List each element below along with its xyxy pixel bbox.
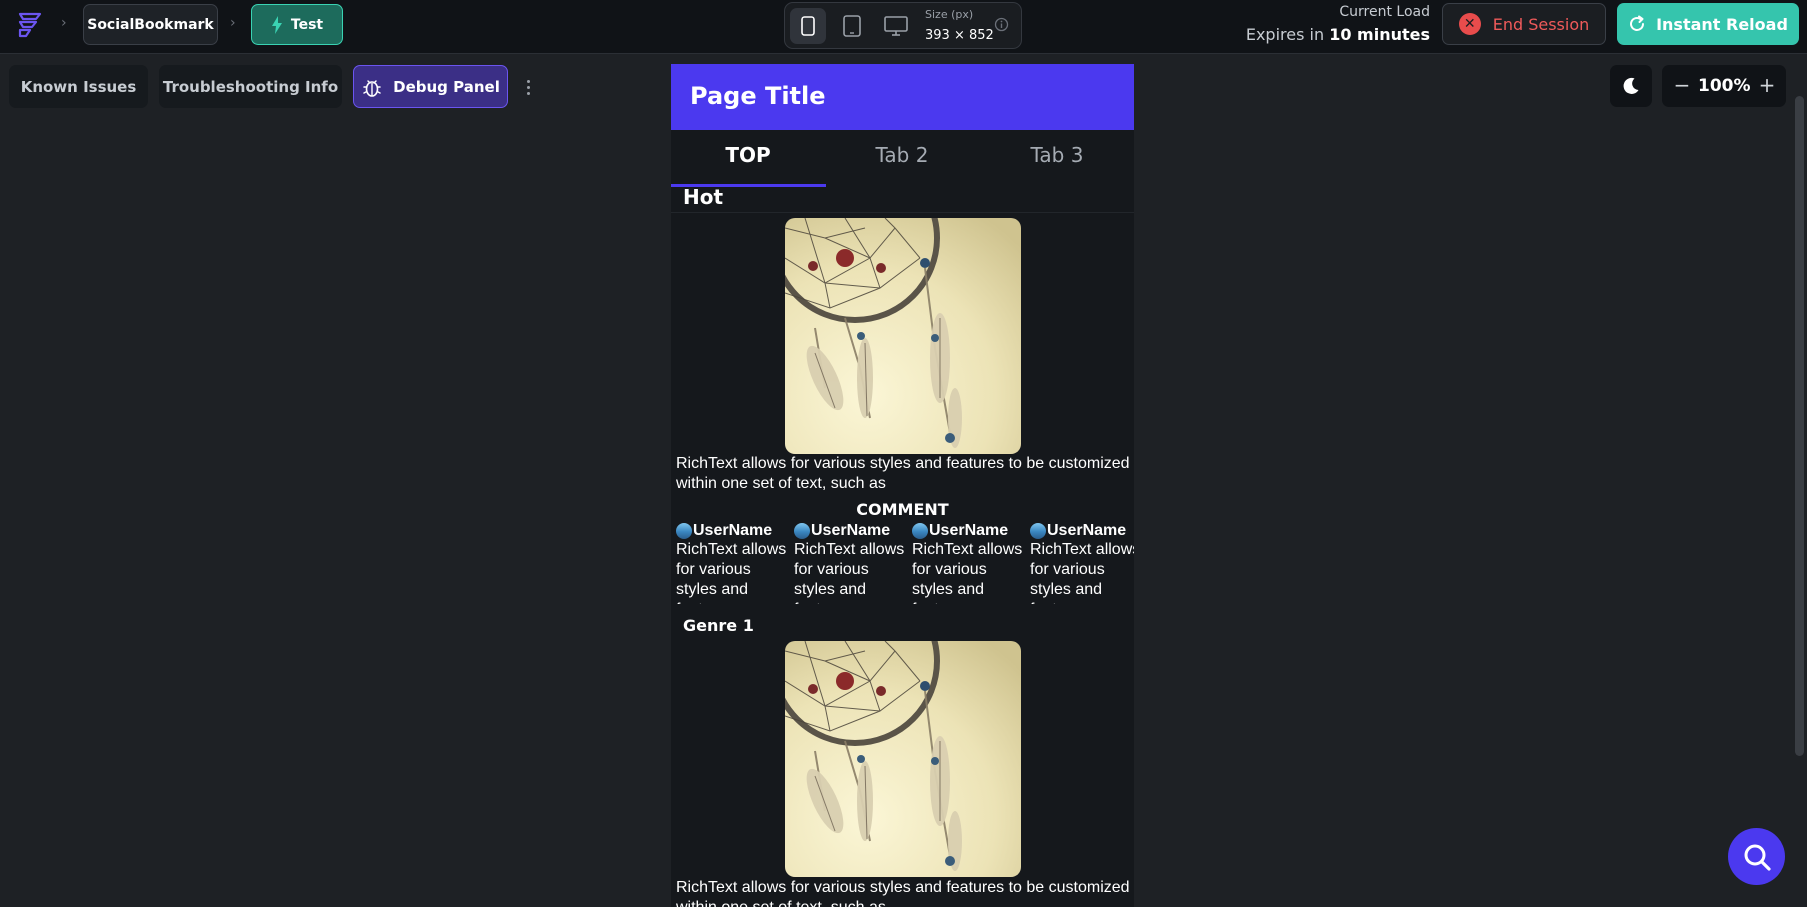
avatar <box>794 523 810 539</box>
comment-text: RichText allows for various styles and f… <box>1030 541 1134 604</box>
hot-section-title: Hot <box>683 185 724 209</box>
search-button[interactable] <box>1728 828 1785 885</box>
phone-icon <box>801 16 815 36</box>
known-issues-label: Known Issues <box>20 77 137 96</box>
page-scrollbar[interactable] <box>1795 96 1804 756</box>
comment-text: RichText allows for various styles and f… <box>676 541 787 604</box>
comment-text: RichText allows for various styles and f… <box>794 541 905 604</box>
zoom-control: − 100% + <box>1662 65 1786 107</box>
troubleshooting-label: Troubleshooting Info <box>162 77 339 96</box>
chevron-right-icon: › <box>61 15 67 31</box>
size-value: 393 × 852 <box>925 28 994 43</box>
top-bar: › SocialBookmark › Test Size (px) 393 × … <box>0 0 1807 54</box>
close-circle-icon: ✕ <box>1458 13 1481 35</box>
expires-text: Expires in 10 minutes <box>1246 25 1430 44</box>
expires-value: 10 minutes <box>1329 25 1430 44</box>
desktop-icon <box>884 16 908 36</box>
page-title: Page Title <box>690 82 826 110</box>
tablet-icon <box>843 15 861 37</box>
comment-user-name: UserName <box>1047 522 1127 539</box>
comment-user-name: UserName <box>811 522 891 539</box>
comment-item[interactable]: UserName RichText allows for various sty… <box>794 522 908 604</box>
comment-item[interactable]: UserName RichText allows for various sty… <box>676 522 790 604</box>
troubleshooting-info-button[interactable]: Troubleshooting Info <box>159 65 342 108</box>
tablet-device-button[interactable] <box>834 8 870 44</box>
moon-icon <box>1623 77 1639 94</box>
end-session-label: End Session <box>1492 14 1590 34</box>
comment-list: UserName RichText allows for various sty… <box>676 522 1134 604</box>
app-header: Page Title <box>671 64 1134 130</box>
tab-top[interactable]: TOP <box>671 143 825 167</box>
comment-text: RichText allows for various styles and f… <box>912 541 1023 604</box>
tab-3[interactable]: Tab 3 <box>980 143 1134 167</box>
comment-user-name: UserName <box>693 522 773 539</box>
dreamcatcher-image[interactable] <box>785 218 1021 454</box>
size-label: Size (px) <box>925 8 974 21</box>
genre-section-title: Genre 1 <box>683 616 754 635</box>
avatar <box>676 523 692 539</box>
current-load-label: Current Load <box>1339 4 1430 20</box>
reload-icon <box>1630 15 1645 31</box>
divider <box>671 212 1134 213</box>
avatar <box>1030 523 1046 539</box>
instant-reload-label: Instant Reload <box>1656 14 1788 34</box>
expires-prefix: Expires in <box>1245 25 1325 44</box>
device-selector: Size (px) 393 × 852 <box>784 2 1022 49</box>
end-session-button[interactable]: ✕ End Session <box>1442 3 1606 45</box>
zoom-in-button[interactable]: + <box>1755 73 1779 97</box>
comment-user-name: UserName <box>929 522 1009 539</box>
debug-panel-label: Debug Panel <box>393 77 500 96</box>
known-issues-button[interactable]: Known Issues <box>9 65 148 108</box>
test-mode-label: Test <box>290 16 324 33</box>
chevron-right-icon: › <box>230 15 236 31</box>
phone-device-button[interactable] <box>790 8 826 44</box>
instant-reload-button[interactable]: Instant Reload <box>1617 3 1799 45</box>
zoom-level: 100% <box>1698 76 1751 96</box>
comment-title: COMMENT <box>856 500 949 519</box>
search-icon <box>1744 844 1771 871</box>
rich-text: RichText allows for various styles and f… <box>676 455 1130 492</box>
test-mode-chip[interactable]: Test <box>251 4 343 45</box>
rich-text: RichText allows for various styles and f… <box>676 879 1130 907</box>
bolt-icon <box>271 15 282 34</box>
avatar <box>912 523 928 539</box>
more-options-icon[interactable] <box>521 74 535 100</box>
tab-2[interactable]: Tab 2 <box>825 143 979 167</box>
logo-icon[interactable] <box>14 10 44 40</box>
comment-item[interactable]: UserName RichText allows for various sty… <box>912 522 1026 604</box>
bug-icon <box>363 79 381 97</box>
zoom-out-button[interactable]: − <box>1670 73 1694 97</box>
info-icon[interactable] <box>994 17 1009 32</box>
project-chip[interactable]: SocialBookmark <box>83 4 218 45</box>
dark-mode-toggle[interactable] <box>1610 65 1652 107</box>
comment-item[interactable]: UserName RichText allows for various sty… <box>1030 522 1134 604</box>
dreamcatcher-image[interactable] <box>785 641 1021 877</box>
device-preview: Page Title TOP Tab 2 Tab 3 Hot RichText … <box>671 64 1134 907</box>
desktop-device-button[interactable] <box>878 8 914 44</box>
project-name: SocialBookmark <box>87 16 214 33</box>
debug-panel-button[interactable]: Debug Panel <box>353 65 508 108</box>
